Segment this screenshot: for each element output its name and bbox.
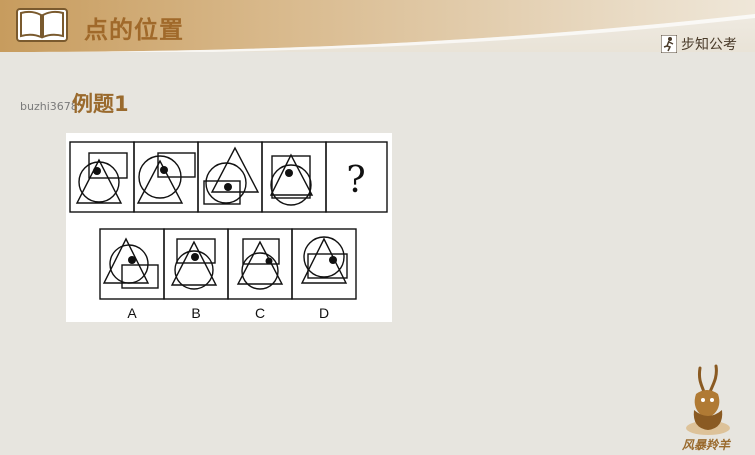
- option-label-d[interactable]: D: [319, 305, 329, 321]
- option-label-b[interactable]: B: [191, 305, 200, 321]
- book-icon: [16, 8, 68, 42]
- question-mark: ?: [346, 160, 365, 201]
- brand: 步知公考: [661, 34, 737, 54]
- watermark-text: buzhi3678: [20, 100, 78, 113]
- option-label-a[interactable]: A: [127, 305, 137, 321]
- puzzle-figure: ? A B C D: [66, 133, 392, 322]
- header-bar: 点的位置 步知公考: [0, 0, 755, 54]
- option-label-c[interactable]: C: [255, 305, 265, 321]
- puzzle-svg: ? A B C D: [69, 141, 388, 321]
- example-label: 例题1: [72, 92, 129, 116]
- page-title: 点的位置: [84, 16, 184, 44]
- logo-text: 风暴羚羊: [682, 438, 731, 452]
- brand-label: 步知公考: [681, 37, 737, 53]
- runner-icon: [661, 35, 677, 53]
